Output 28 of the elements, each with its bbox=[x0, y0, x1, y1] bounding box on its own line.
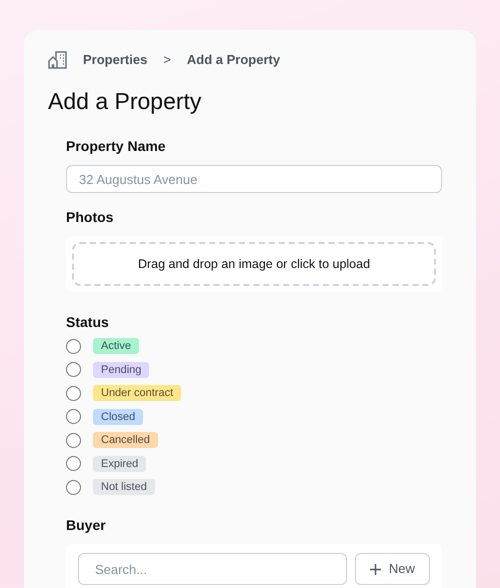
status-tag: Under contract bbox=[93, 385, 182, 401]
page-title: Add a Property bbox=[48, 86, 202, 116]
status-tag: Expired bbox=[93, 456, 146, 472]
radio-button[interactable] bbox=[66, 386, 81, 400]
field-label: Photos bbox=[66, 208, 114, 227]
breadcrumb-current: Add a Property bbox=[186, 51, 280, 69]
radio-button[interactable] bbox=[66, 338, 81, 354]
breadcrumb-separator: > bbox=[163, 51, 171, 69]
field-label: Buyer bbox=[66, 516, 107, 535]
field-label: Status bbox=[66, 313, 110, 332]
new-button[interactable]: New bbox=[354, 553, 430, 585]
radio-button[interactable] bbox=[66, 432, 81, 448]
status-tag: Cancelled bbox=[93, 432, 158, 448]
field-label: Property Name bbox=[66, 137, 167, 156]
breadcrumb-link[interactable]: Properties bbox=[83, 50, 148, 70]
radio-button[interactable] bbox=[66, 480, 81, 494]
building-icon bbox=[48, 50, 67, 69]
search-field[interactable]: Search... bbox=[78, 553, 347, 585]
radio-button[interactable] bbox=[66, 456, 81, 471]
plus-icon bbox=[370, 564, 381, 574]
status-tag: Active bbox=[93, 338, 139, 354]
property-name-field[interactable]: 32 Augustus Avenue bbox=[66, 165, 442, 193]
status-tag: Pending bbox=[93, 362, 150, 378]
radio-button[interactable] bbox=[66, 409, 81, 424]
upload-dropzone[interactable]: Drag and drop an image or click to upload bbox=[72, 242, 436, 286]
radio-button[interactable] bbox=[66, 362, 81, 377]
status-tag: Closed bbox=[93, 408, 144, 424]
status-tag: Not listed bbox=[93, 479, 155, 495]
